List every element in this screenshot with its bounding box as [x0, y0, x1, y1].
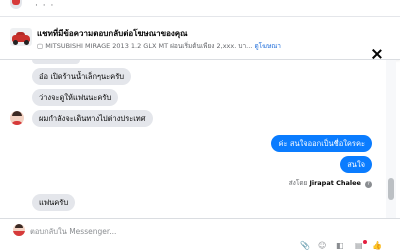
sent-by-label: ส่งโดย Jirapat Chalee ? [289, 178, 372, 188]
more-icon[interactable]: · · · [35, 1, 54, 11]
scrollbar-thumb[interactable] [388, 178, 394, 200]
sent-by-prefix: ส่งโดย [288, 179, 308, 187]
ad-thumbnail[interactable] [10, 28, 32, 46]
ad-icon: ▢ [37, 42, 46, 50]
user-avatar [13, 224, 25, 236]
view-ad-link[interactable]: ดูโฆษณา [254, 42, 281, 50]
message-bubble-outgoing: ค่ะ สนใจออกเป็นชื่อใครคะ [271, 135, 372, 152]
ad-reply-header: แชทที่มีข้อความตอบกลับต่อโฆษณาของคุณ ▢ M… [0, 17, 400, 60]
message-bubble-incoming: อ๋อ เปิดร้านน้ำเล็กๆนะครับ [32, 68, 131, 85]
message-bubble-partial [32, 60, 80, 64]
message-bubble-incoming: แฟนครับ [32, 194, 76, 211]
notification-dot [363, 240, 367, 244]
header-title: แชทที่มีข้อความตอบกลับต่อโฆษณาของคุณ [37, 29, 188, 38]
sender-avatar[interactable] [10, 111, 24, 125]
help-icon[interactable]: ? [365, 181, 372, 188]
reply-input[interactable] [30, 224, 370, 238]
close-icon[interactable] [370, 47, 384, 61]
top-strip: · · · [0, 0, 400, 16]
conversation-thread[interactable]: อ๋อ เปิดร้านน้ำเล็กๆนะครับ ว่างจะดูให้แฟ… [0, 60, 386, 218]
ad-name: MITSUBISHI MIRAGE 2013 1.2 GLX MT [45, 42, 169, 50]
ad-subtitle: ▢ MITSUBISHI MIRAGE 2013 1.2 GLX MT ผ่อน… [37, 41, 281, 51]
message-bubble-outgoing: สนใจ [340, 156, 372, 173]
message-bubble-incoming: ผมกำลังจะเดินทางไปต่างประเทศ [32, 110, 153, 127]
ad-description: ผ่อนเริ่มต้นเพียง 2,xxx. บา... [168, 42, 253, 50]
page-avatar-icon [10, 0, 22, 9]
message-bubble-incoming: ว่างจะดูให้แฟนนะครับ [32, 89, 119, 106]
sent-by-name: Jirapat Chalee [309, 179, 361, 187]
composer: 📎 ☺ ◧ ▤ 👍 [0, 218, 400, 251]
